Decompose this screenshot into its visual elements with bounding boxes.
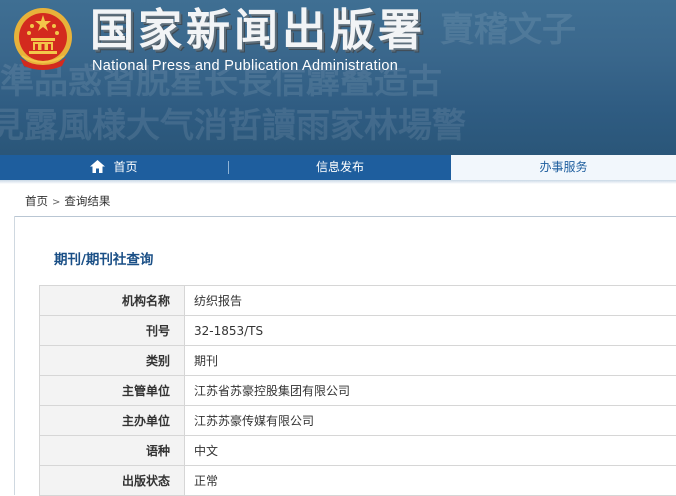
site-title-en: National Press and Publication Administr… xyxy=(92,58,398,74)
content-frame-border xyxy=(14,216,15,495)
field-label: 主管单位 xyxy=(40,376,185,406)
breadcrumb: 首页 > 查询结果 xyxy=(25,193,110,209)
nav-info-release[interactable]: 信息发布 xyxy=(229,155,451,180)
banner-calligraphy-texture-2: 見露風様大气消哲讀雨家林場警 xyxy=(0,104,466,148)
nav-services[interactable]: 办事服务 xyxy=(451,155,676,180)
site-banner: 準品惑習脱星长長信霹叠造古 見露風様大气消哲讀雨家林場警 賣稽文子 国家新闻出版… xyxy=(0,0,676,155)
field-label: 机构名称 xyxy=(40,286,185,316)
site-title-cn[interactable]: 国家新闻出版署 xyxy=(90,4,426,58)
banner-calligraphy-texture-3: 賣稽文子 xyxy=(440,8,576,52)
national-emblem-icon xyxy=(12,6,74,72)
section-title: 期刊/期刊社查询 xyxy=(54,248,153,268)
table-row: 刊号 32-1853/TS xyxy=(40,316,676,346)
field-value: 江苏省苏豪控股集团有限公司 xyxy=(185,376,676,406)
nav-home-label: 首页 xyxy=(113,160,137,174)
field-label: 出版状态 xyxy=(40,466,185,496)
field-label: 语种 xyxy=(40,436,185,466)
home-icon xyxy=(90,160,105,173)
breadcrumb-separator: > xyxy=(52,197,60,208)
field-label: 类别 xyxy=(40,346,185,376)
field-value: 32-1853/TS xyxy=(185,316,676,346)
result-table: 机构名称 纺织报告 刊号 32-1853/TS 类别 期刊 主管单位 江苏省苏豪… xyxy=(39,285,676,496)
field-label: 主办单位 xyxy=(40,406,185,436)
nav-home[interactable]: 首页 xyxy=(0,155,228,180)
field-value: 期刊 xyxy=(185,346,676,376)
table-row: 语种 中文 xyxy=(40,436,676,466)
table-row: 出版状态 正常 xyxy=(40,466,676,496)
field-label: 刊号 xyxy=(40,316,185,346)
field-value: 中文 xyxy=(185,436,676,466)
breadcrumb-divider xyxy=(15,216,676,217)
table-row: 机构名称 纺织报告 xyxy=(40,286,676,316)
table-row: 主管单位 江苏省苏豪控股集团有限公司 xyxy=(40,376,676,406)
main-nav: 首页 信息发布 办事服务 xyxy=(0,155,676,180)
breadcrumb-home-link[interactable]: 首页 xyxy=(25,194,48,208)
field-value: 正常 xyxy=(185,466,676,496)
table-row: 类别 期刊 xyxy=(40,346,676,376)
field-value: 江苏苏豪传媒有限公司 xyxy=(185,406,676,436)
breadcrumb-current: 查询结果 xyxy=(64,194,110,208)
field-value: 纺织报告 xyxy=(185,286,676,316)
nav-shadow xyxy=(0,180,676,184)
table-row: 主办单位 江苏苏豪传媒有限公司 xyxy=(40,406,676,436)
